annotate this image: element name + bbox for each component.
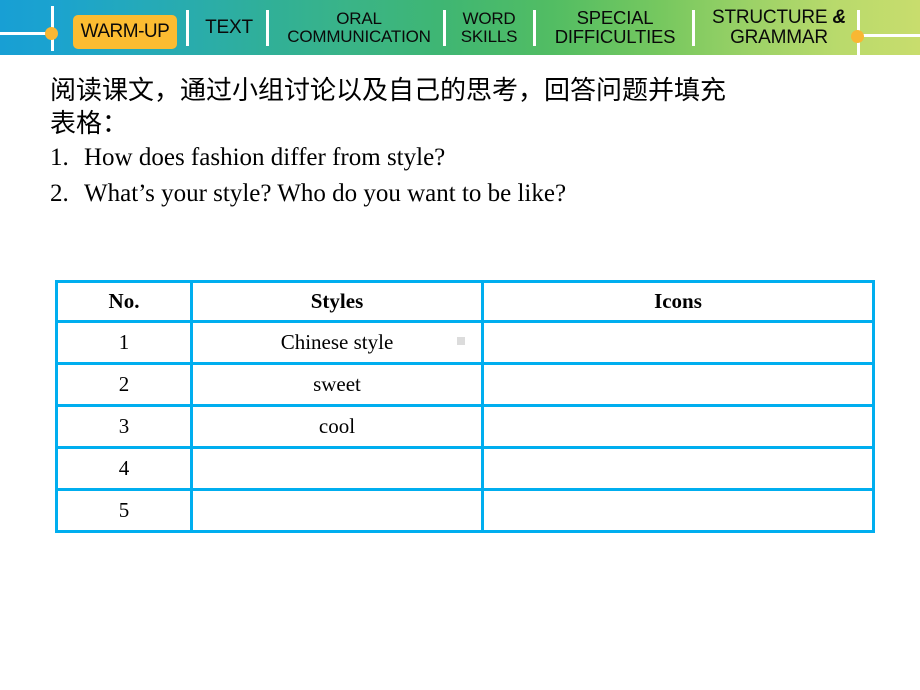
cell-no: 4 <box>55 446 193 491</box>
nav-tab-text[interactable]: TEXT <box>196 0 262 55</box>
cell-icon[interactable] <box>481 488 875 533</box>
cell-icon[interactable] <box>481 320 875 365</box>
course-section-navbar: WARM-UP TEXT ORAL COMMUNICATION WORD SKI… <box>0 0 920 55</box>
question-item: 1. How does fashion differ from style? <box>50 140 890 176</box>
question-text: How does fashion differ from style? <box>84 144 446 171</box>
nav-tab-word-skills[interactable]: WORD SKILLS <box>452 0 526 55</box>
nav-tab-word-line1: WORD <box>462 9 516 29</box>
nav-separator-3 <box>443 10 446 46</box>
nav-separator-2 <box>266 10 269 46</box>
nav-tab-special-difficulties-label: SPECIAL DIFFICULTIES <box>554 6 676 47</box>
nav-tab-oral-communication-label: ORAL COMMUNICATION <box>287 9 431 46</box>
nav-tab-oral-communication[interactable]: ORAL COMMUNICATION <box>277 0 441 55</box>
nav-tab-structure-grammar[interactable]: STRUCTURE & GRAMMAR <box>703 0 855 55</box>
left-cap-dot-icon <box>45 27 58 40</box>
cell-style[interactable]: sweet <box>190 362 484 407</box>
nav-tab-word-skills-label: WORD SKILLS <box>460 9 518 46</box>
cell-no: 5 <box>55 488 193 533</box>
cell-icon[interactable] <box>481 446 875 491</box>
question-number: 1. <box>50 144 69 171</box>
cell-icon[interactable] <box>481 404 875 449</box>
cell-no: 3 <box>55 404 193 449</box>
right-cap-dot-icon <box>851 30 864 43</box>
right-cap-horizontal-line <box>862 34 920 37</box>
cell-style[interactable]: cool <box>190 404 484 449</box>
cell-style[interactable] <box>190 446 484 491</box>
nav-tab-warm-up-label: WARM-UP <box>80 21 170 43</box>
cell-no: 1 <box>55 320 193 365</box>
nav-tab-structure-grammar-label: STRUCTURE & GRAMMAR <box>712 8 846 47</box>
ampersand-glyph: & <box>832 7 846 29</box>
question-number: 2. <box>50 180 69 207</box>
cell-style[interactable]: Chinese style <box>190 320 484 365</box>
placeholder-marker <box>457 337 465 345</box>
column-header-no: No. <box>55 280 193 323</box>
cell-style[interactable] <box>190 488 484 533</box>
task-instructions: 阅读课文，通过小组讨论以及自己的思考，回答问题并填充 表格： 1. How do… <box>50 74 890 212</box>
styles-worksheet-table: No. Styles Icons 1 Chinese style 2 sweet… <box>55 280 875 533</box>
table-row: 2 sweet <box>55 362 875 407</box>
nav-tab-word-line2: SKILLS <box>460 26 518 46</box>
nav-tab-structure-line1: STRUCTURE & <box>712 8 846 27</box>
table-row: 4 <box>55 446 875 491</box>
table-row: 3 cool <box>55 404 875 449</box>
cell-no: 2 <box>55 362 193 407</box>
nav-tab-oral-line1: ORAL <box>336 9 382 29</box>
table-header-row: No. Styles Icons <box>55 280 875 323</box>
instruction-line-2: 表格： <box>50 109 129 138</box>
nav-separator-1 <box>186 10 189 46</box>
question-item: 2. What’s your style? Who do you want to… <box>50 176 890 212</box>
table-row: 5 <box>55 488 875 533</box>
nav-tab-oral-line2: COMMUNICATION <box>287 26 431 46</box>
column-header-styles: Styles <box>190 280 484 323</box>
question-text: What’s your style? Who do you want to be… <box>84 180 567 207</box>
nav-tab-special-line2: DIFFICULTIES <box>554 25 676 47</box>
table-row: 1 Chinese style <box>55 320 875 365</box>
column-header-icons: Icons <box>481 280 875 323</box>
cell-icon[interactable] <box>481 362 875 407</box>
nav-separator-4 <box>533 10 536 46</box>
nav-tab-warm-up[interactable]: WARM-UP <box>73 15 177 49</box>
instruction-line-1: 阅读课文，通过小组讨论以及自己的思考，回答问题并填充 <box>50 76 727 105</box>
nav-separator-5 <box>692 10 695 46</box>
nav-tab-special-difficulties[interactable]: SPECIAL DIFFICULTIES <box>541 0 689 55</box>
nav-tab-structure-word: STRUCTURE <box>712 7 828 29</box>
nav-tab-text-label: TEXT <box>205 16 253 38</box>
nav-tab-structure-line2: GRAMMAR <box>730 26 828 48</box>
nav-tab-special-line1: SPECIAL <box>576 6 654 28</box>
